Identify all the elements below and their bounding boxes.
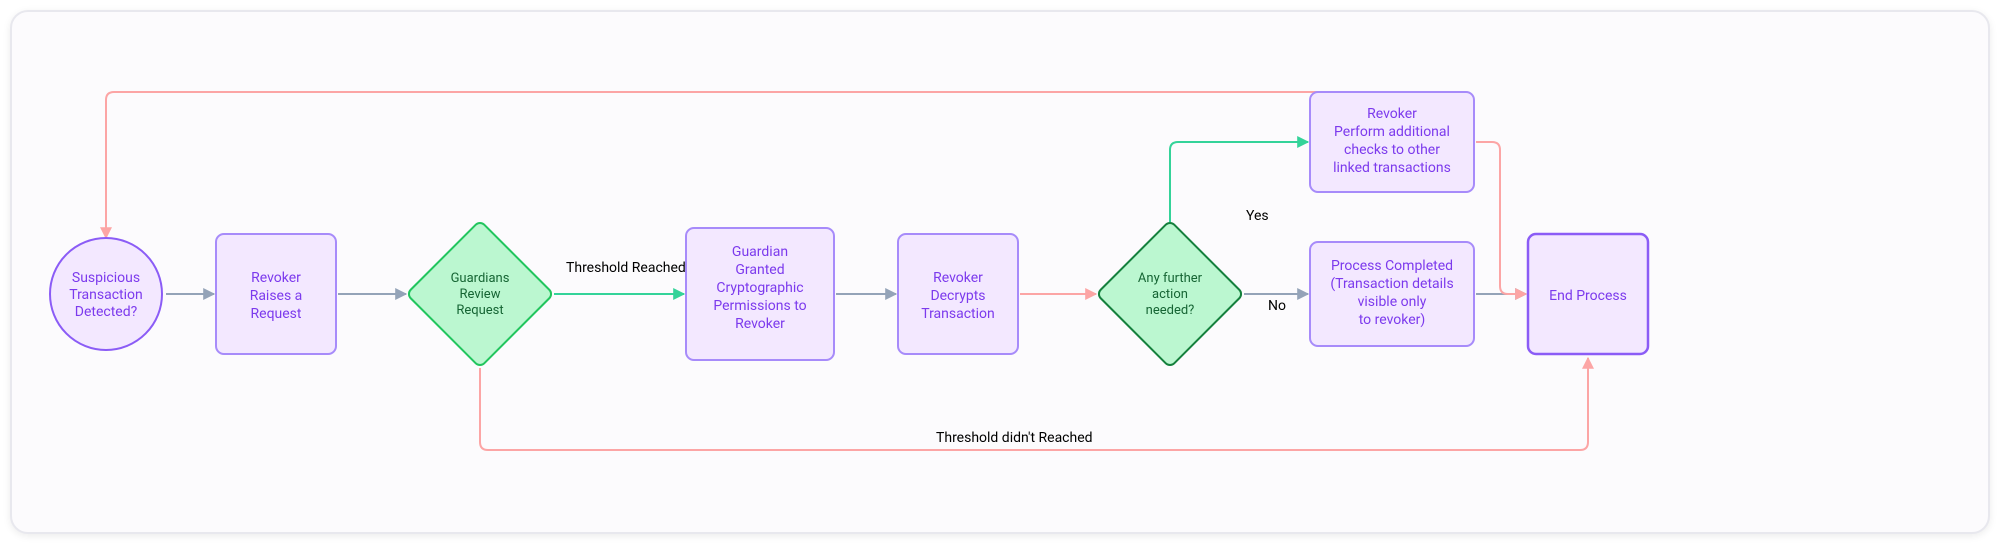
edge-label-threshold-not: Threshold didn't Reached <box>936 430 1093 446</box>
node-further-text-2: action <box>1152 287 1188 302</box>
node-end: End Process <box>1528 234 1648 354</box>
edge-addchecks-to-end <box>1476 142 1526 294</box>
node-granted-text-5: Revoker <box>735 316 785 332</box>
node-review-diamond: Guardians Review Request <box>406 220 553 367</box>
node-decrypt: Revoker Decrypts Transaction <box>898 234 1018 354</box>
node-further-diamond: Any further action needed? <box>1096 220 1243 367</box>
node-completed-text-3: visible only <box>1358 294 1427 310</box>
node-granted-text-2: Granted <box>735 262 784 278</box>
node-review-text-3: Request <box>456 303 503 318</box>
node-start-text-1: Suspicious <box>72 270 140 286</box>
node-addchecks-text-4: linked transactions <box>1333 160 1451 176</box>
node-completed-text-1: Process Completed <box>1331 258 1453 274</box>
node-raise-request: Revoker Raises a Request <box>216 234 336 354</box>
edge-further-yes-to-addchecks <box>1170 142 1308 222</box>
node-start-text-2: Transaction <box>69 287 143 303</box>
edge-label-yes: Yes <box>1246 208 1269 224</box>
node-granted-text-4: Permissions to <box>713 298 806 314</box>
node-granted: Guardian Granted Cryptographic Permissio… <box>686 228 834 360</box>
node-granted-text-1: Guardian <box>732 244 788 260</box>
diagram-frame: Threshold Reached No Yes Threshold didn'… <box>10 10 1990 534</box>
node-review-text-1: Guardians <box>451 271 510 286</box>
node-raise-text-3: Request <box>251 306 302 322</box>
node-addchecks-text-3: checks to other <box>1344 142 1440 158</box>
node-decrypt-text-3: Transaction <box>921 306 995 322</box>
node-raise-text-1: Revoker <box>251 270 301 286</box>
flow-diagram: Threshold Reached No Yes Threshold didn'… <box>36 42 1976 502</box>
node-start: Suspicious Transaction Detected? <box>50 238 162 350</box>
node-addchecks-text-2: Perform additional <box>1334 124 1450 140</box>
edge-loop-to-start <box>106 92 1376 238</box>
node-raise-text-2: Raises a <box>250 288 303 304</box>
node-completed-text-4: to revoker) <box>1359 312 1426 328</box>
node-completed-text-2: (Transaction details <box>1330 276 1453 292</box>
node-further-text-1: Any further <box>1138 271 1203 286</box>
node-end-text-1: End Process <box>1549 288 1627 304</box>
node-start-text-3: Detected? <box>75 304 138 320</box>
node-decrypt-text-1: Revoker <box>933 270 983 286</box>
node-granted-text-3: Cryptographic <box>716 280 803 296</box>
edge-label-no: No <box>1268 298 1286 314</box>
edge-label-threshold-reached: Threshold Reached <box>566 260 686 276</box>
node-further-text-3: needed? <box>1146 303 1195 318</box>
node-decrypt-text-2: Decrypts <box>930 288 985 304</box>
node-additional-checks: Revoker Perform additional checks to oth… <box>1310 92 1474 192</box>
node-addchecks-text-1: Revoker <box>1367 106 1417 122</box>
node-review-text-2: Review <box>460 287 501 302</box>
node-completed: Process Completed (Transaction details v… <box>1310 242 1474 346</box>
